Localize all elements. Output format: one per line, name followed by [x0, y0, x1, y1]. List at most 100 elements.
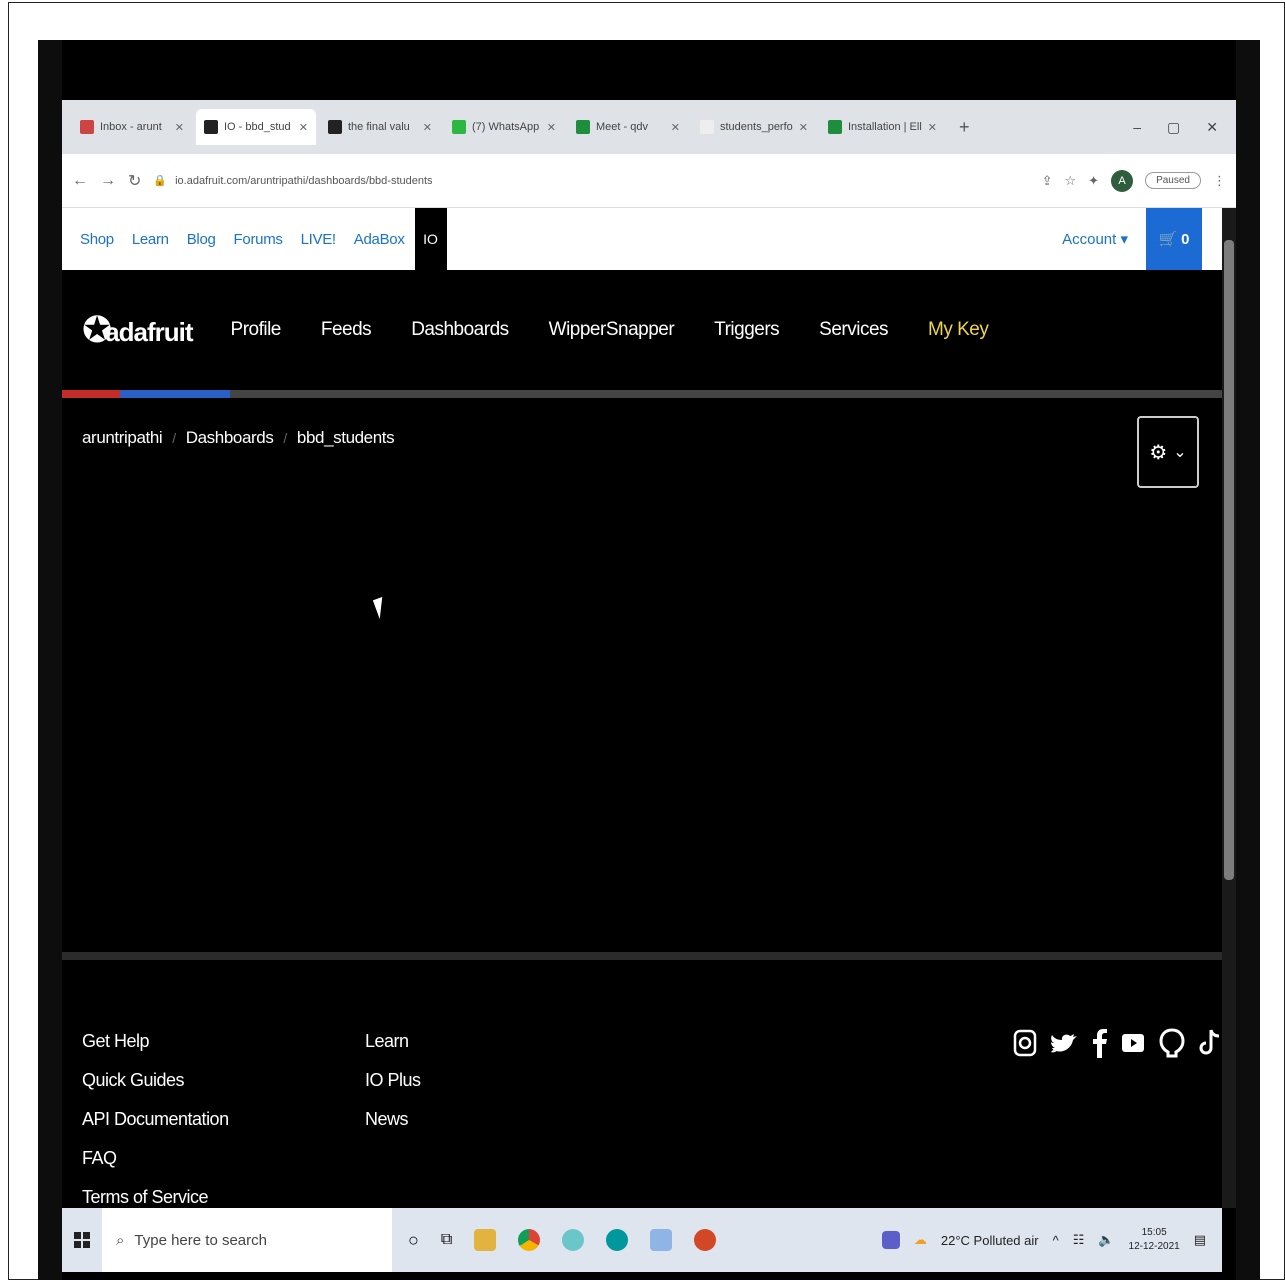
- tab-close-icon[interactable]: ✕: [175, 121, 184, 134]
- toplink-adabox[interactable]: AdaBox: [354, 231, 405, 248]
- edge-icon[interactable]: [562, 1229, 585, 1251]
- cortana-icon[interactable]: ○: [408, 1230, 419, 1251]
- forward-arrow-icon[interactable]: →: [100, 172, 116, 190]
- new-tab-button[interactable]: +: [949, 117, 980, 138]
- taskbar-apps: ○ ⧉: [408, 1229, 717, 1251]
- gear-icon: ⚙: [1149, 441, 1168, 464]
- tiktok-icon[interactable]: [1199, 1028, 1221, 1058]
- tab-close-icon[interactable]: ✕: [547, 121, 556, 134]
- star-bookmark-icon[interactable]: ☆: [1065, 173, 1077, 189]
- arduino-icon[interactable]: [606, 1229, 629, 1251]
- back-arrow-icon[interactable]: ←: [72, 172, 88, 190]
- cart-button[interactable]: 🛒 0: [1146, 208, 1202, 270]
- nav-my-key[interactable]: My Key: [928, 319, 989, 341]
- window-controls: – ▢ ✕: [1133, 119, 1236, 136]
- breadcrumb-dashboards[interactable]: Dashboards: [186, 428, 274, 448]
- page-footer: [62, 960, 1222, 1210]
- footer-link-learn[interactable]: Learn: [365, 1022, 421, 1061]
- close-window-icon[interactable]: ✕: [1206, 119, 1218, 136]
- tray-chevron-icon[interactable]: ^: [1053, 1233, 1059, 1248]
- toplink-io[interactable]: IO: [414, 208, 447, 270]
- maximize-icon[interactable]: ▢: [1167, 119, 1180, 136]
- tab-close-icon[interactable]: ✕: [299, 121, 308, 134]
- powerpoint-icon[interactable]: [694, 1229, 717, 1251]
- twitter-icon[interactable]: [1051, 1030, 1079, 1056]
- nav-feeds[interactable]: Feeds: [321, 319, 372, 341]
- browser-tab[interactable]: (7) WhatsApp ✕: [444, 109, 564, 145]
- toplink-learn[interactable]: Learn: [132, 231, 169, 248]
- facebook-icon[interactable]: [1093, 1028, 1107, 1058]
- adafruit-logo[interactable]: ✪ adafruit: [82, 312, 194, 348]
- tab-favicon-icon: [700, 120, 714, 134]
- windows-start-icon[interactable]: [62, 1232, 102, 1248]
- nav-dashboards[interactable]: Dashboards: [411, 319, 509, 341]
- left-letterbox: [38, 40, 62, 1280]
- tab-favicon-icon: [576, 120, 590, 134]
- tab-favicon-icon: [828, 120, 842, 134]
- chrome-icon[interactable]: [518, 1229, 541, 1251]
- taskbar-search-placeholder: Type here to search: [134, 1231, 267, 1249]
- tab-label: (7) WhatsApp: [472, 121, 540, 133]
- instagram-icon[interactable]: [1013, 1028, 1037, 1058]
- reload-icon[interactable]: ↻: [128, 171, 141, 191]
- minimize-icon[interactable]: –: [1133, 119, 1141, 136]
- toplink-forums[interactable]: Forums: [234, 231, 283, 248]
- footer-link-quick-guides[interactable]: Quick Guides: [82, 1061, 229, 1100]
- breadcrumb-user[interactable]: aruntripathi: [82, 428, 163, 448]
- taskbar-clock[interactable]: 15:05 12-12-2021: [1129, 1226, 1180, 1254]
- tab-close-icon[interactable]: ✕: [671, 121, 680, 134]
- browser-tab[interactable]: the final valu ✕: [320, 109, 440, 145]
- tab-close-icon[interactable]: ✕: [799, 121, 808, 134]
- tab-favicon-icon: [452, 120, 466, 134]
- share-icon[interactable]: ⇪: [1042, 173, 1053, 189]
- nav-profile[interactable]: Profile: [231, 319, 282, 341]
- word-icon[interactable]: [650, 1229, 673, 1251]
- nav-triggers[interactable]: Triggers: [714, 319, 779, 341]
- tab-favicon-icon: [80, 120, 94, 134]
- tab-close-icon[interactable]: ✕: [423, 121, 432, 134]
- clock-date: 12-12-2021: [1128, 1241, 1180, 1252]
- footer-link-faq[interactable]: FAQ: [82, 1139, 229, 1178]
- browser-tab[interactable]: IO - bbd_stud ✕: [196, 109, 316, 145]
- tab-label: Inbox - arunt: [100, 121, 162, 133]
- stripe-red: [62, 390, 120, 398]
- page-scrollbar-thumb[interactable]: [1224, 240, 1234, 880]
- tab-close-icon[interactable]: ✕: [928, 121, 937, 134]
- url-field[interactable]: 🔒 io.adafruit.com/aruntripathi/dashboard…: [153, 174, 1013, 188]
- footer-link-terms[interactable]: Terms of Service: [82, 1178, 229, 1204]
- browser-menu-icon[interactable]: ⋮: [1213, 173, 1226, 189]
- nav-wippersnapper[interactable]: WipperSnapper: [549, 319, 675, 341]
- file-explorer-icon[interactable]: [474, 1229, 497, 1251]
- io-main-nav: ✪ adafruit Profile Feeds Dashboards Wipp…: [62, 270, 1222, 390]
- account-menu[interactable]: Account ▾: [1062, 230, 1128, 248]
- footer-link-api-docs[interactable]: API Documentation: [82, 1100, 229, 1139]
- browser-tab[interactable]: Inbox - arunt ✕: [72, 109, 192, 145]
- adafruit-top-links: Shop Learn Blog Forums LIVE! AdaBox IO A…: [62, 208, 1222, 270]
- dashboard-settings-button[interactable]: ⚙ ⌄: [1137, 416, 1199, 488]
- footer-link-get-help[interactable]: Get Help: [82, 1022, 229, 1061]
- tab-favicon-icon: [204, 120, 218, 134]
- search-icon: ⌕: [116, 1231, 125, 1249]
- footer-link-news[interactable]: News: [365, 1100, 421, 1139]
- browser-tab[interactable]: Meet - qdv ✕: [568, 109, 688, 145]
- weather-text[interactable]: 22°C Polluted air: [941, 1233, 1039, 1248]
- profile-status-badge[interactable]: Paused: [1145, 172, 1201, 189]
- browser-tab[interactable]: students_perfo ✕: [692, 109, 816, 145]
- toplink-live[interactable]: LIVE!: [301, 231, 336, 248]
- toplink-blog[interactable]: Blog: [187, 231, 216, 248]
- youtube-icon[interactable]: [1121, 1031, 1145, 1055]
- toplink-shop[interactable]: Shop: [80, 231, 114, 248]
- teams-icon[interactable]: [881, 1231, 900, 1249]
- nav-services[interactable]: Services: [819, 319, 888, 341]
- volume-icon[interactable]: 🔈: [1098, 1232, 1114, 1248]
- github-icon[interactable]: [1159, 1028, 1185, 1058]
- browser-tab[interactable]: Installation | Ell ✕: [820, 109, 945, 145]
- network-icon[interactable]: ☷: [1073, 1232, 1085, 1248]
- extension-icon[interactable]: ✦: [1088, 173, 1099, 189]
- stripe-blue: [120, 390, 230, 398]
- footer-link-io-plus[interactable]: IO Plus: [365, 1061, 421, 1100]
- notifications-icon[interactable]: ▤: [1194, 1232, 1206, 1248]
- profile-avatar[interactable]: A: [1111, 169, 1134, 192]
- task-view-icon[interactable]: ⧉: [441, 1231, 452, 1249]
- taskbar-search-box[interactable]: ⌕ Type here to search: [102, 1208, 392, 1272]
